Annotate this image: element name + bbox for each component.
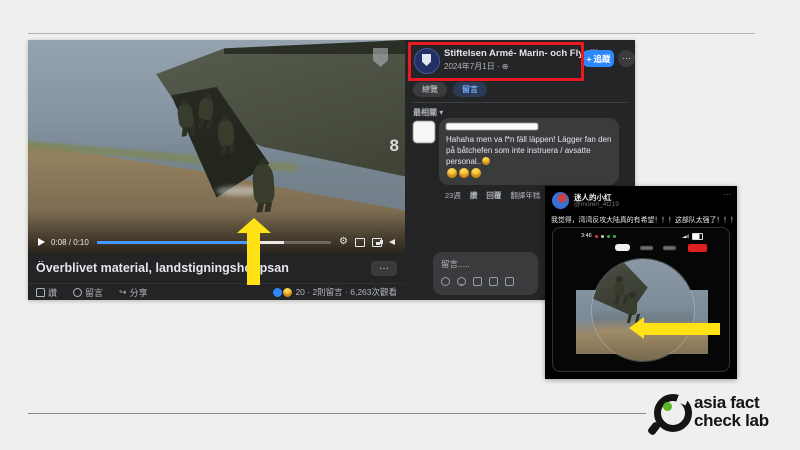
status-time: 3:46 — [581, 233, 592, 239]
comment-bubble: Hahaha men va f*n fäll läppen! Lägger fa… — [439, 118, 619, 185]
signal-icon — [682, 234, 689, 238]
play-icon[interactable] — [38, 238, 45, 246]
soldier-jumping-small — [626, 297, 637, 315]
magnifier-icon — [648, 390, 686, 434]
camera-icon[interactable] — [473, 277, 482, 286]
sticker-icon[interactable] — [505, 277, 514, 286]
settings-gear-icon[interactable]: ⚙ — [339, 237, 348, 247]
tweet-text: 我觉得，湾湾反攻大陆真的有希望！！！这部队太强了！！！ — [551, 214, 733, 224]
like-thumb-icon — [36, 288, 45, 297]
share-label: 分享 — [130, 286, 148, 299]
bottom-divider-line — [28, 413, 646, 414]
plus-icon: + — [587, 54, 592, 64]
comment-reply-link[interactable]: 回覆 — [486, 190, 501, 201]
divider — [413, 102, 627, 103]
soldier-figure — [198, 97, 214, 120]
status-dot — [601, 235, 604, 238]
facebook-screenshot: 8 0:08 / 0:10 ⚙ Överblivet material, la — [28, 40, 635, 300]
comment-label: 留言 — [85, 286, 103, 299]
video-title-bar: Överblivet material, landstigningshoppsa… — [28, 253, 405, 284]
video-frame-circle — [592, 259, 694, 361]
comment-translate-link[interactable]: 翻譯年糕 — [510, 190, 540, 201]
commenter-name-blurred — [446, 123, 538, 130]
annotation-arrow-left-head — [629, 317, 644, 339]
gif-icon[interactable] — [489, 277, 498, 286]
soldier-figure-small — [614, 281, 624, 296]
stats-text: 20 · 2則留言 · 6,263次觀看 — [295, 286, 397, 298]
app-ui-row — [553, 243, 729, 252]
like-label: 讚 — [48, 286, 57, 299]
video-action-bar: 讚 留言 ↪ 分享 20 · 2則留言 · 6,263次觀看 — [28, 284, 405, 300]
logo-wordmark: asia fact check lab — [694, 394, 769, 430]
tweet-avatar[interactable] — [552, 192, 569, 209]
blurred-button — [615, 244, 630, 251]
status-right-icons — [682, 233, 703, 240]
logo-line1: asia fact — [694, 394, 769, 412]
recording-dot — [595, 235, 598, 238]
volume-icon[interactable] — [389, 239, 395, 245]
share-button[interactable]: ↪ 分享 — [119, 286, 148, 299]
comment-like-link[interactable]: 讚 — [470, 190, 478, 201]
laugh-emoji — [447, 168, 457, 178]
video-title: Överblivet material, landstigningshoppsa… — [36, 261, 371, 275]
twitter-post-screenshot: 迷人的小红 @moren_4t219 ⋯ 我觉得，湾湾反攻大陆真的有希望！！！这… — [545, 186, 737, 379]
tweet-video-card[interactable]: 3:46 — [552, 227, 730, 372]
comment-bubble-icon — [73, 288, 82, 297]
comment-text: Hahaha men va f*n fäll läppen! Lägger fa… — [446, 134, 612, 180]
tweet-handle[interactable]: @moren_4t219 — [574, 201, 619, 208]
annotation-arrow-up-shaft — [247, 231, 260, 285]
video-controls: 0:08 / 0:10 ⚙ — [28, 233, 405, 251]
progress-played — [97, 241, 247, 244]
post-more-button[interactable]: … — [618, 50, 635, 67]
status-dot — [607, 235, 610, 238]
laugh-emoji — [471, 168, 481, 178]
status-dot — [613, 235, 616, 238]
comment-button[interactable]: 留言 — [73, 286, 103, 299]
magnifier-handle — [647, 421, 661, 436]
emoji-icon[interactable] — [457, 277, 466, 286]
battery-icon — [692, 233, 703, 240]
tab-comments[interactable]: 留言 — [453, 82, 487, 97]
fact-check-canvas: 8 0:08 / 0:10 ⚙ Överblivet material, la — [0, 0, 800, 450]
green-dot — [663, 402, 672, 411]
comment-composer[interactable]: 留言..... — [433, 252, 538, 295]
commenter-avatar-blurred[interactable] — [413, 121, 435, 143]
soldier-figure — [217, 119, 235, 146]
red-follow-badge[interactable] — [688, 244, 707, 252]
video-timestamp: 0:08 / 0:10 — [51, 238, 89, 247]
video-frame[interactable]: 8 0:08 / 0:10 ⚙ — [28, 40, 405, 253]
avatar-icon[interactable] — [441, 277, 450, 286]
share-arrow-icon: ↪ — [119, 288, 127, 297]
annotation-arrow-left-shaft — [644, 323, 720, 335]
follow-button[interactable]: + 追蹤 — [583, 50, 614, 67]
sort-dropdown[interactable]: 最相關 ▾ — [413, 107, 443, 118]
video-more-button[interactable]: … — [371, 261, 397, 276]
comment-age: 23週 — [445, 190, 461, 201]
haha-reaction-icon — [282, 287, 293, 298]
like-button[interactable]: 讚 — [36, 286, 57, 299]
fullscreen-icon[interactable] — [355, 238, 365, 247]
boat-number: 8 — [390, 136, 399, 156]
blurred-count — [663, 246, 676, 250]
phone-status-bar: 3:46 — [553, 232, 729, 240]
tab-overview[interactable]: 總覽 — [413, 82, 447, 97]
asia-fact-check-lab-logo: asia fact check lab — [648, 390, 769, 434]
blurred-count — [640, 246, 653, 250]
reaction-stats[interactable]: 20 · 2則留言 · 6,263次觀看 — [272, 286, 397, 298]
follow-label: 追蹤 — [593, 53, 610, 65]
annotation-red-box — [408, 42, 584, 81]
comment-meta-row: 23週 讚 回覆 翻譯年糕 — [445, 190, 540, 201]
top-divider-line — [28, 33, 755, 34]
comment-tabs: 總覽 留言 — [413, 82, 487, 97]
logo-line2: check lab — [694, 412, 769, 430]
composer-icons — [441, 277, 530, 286]
tweet-more-icon[interactable]: ⋯ — [723, 190, 731, 199]
facebook-video-player[interactable]: 8 0:08 / 0:10 ⚙ Överblivet material, la — [28, 40, 405, 300]
composer-placeholder[interactable]: 留言..... — [441, 258, 530, 270]
laugh-emoji — [459, 168, 469, 178]
laugh-emoji — [482, 157, 490, 165]
soldier-jumping — [252, 163, 275, 204]
video-progress-bar[interactable] — [97, 241, 331, 244]
